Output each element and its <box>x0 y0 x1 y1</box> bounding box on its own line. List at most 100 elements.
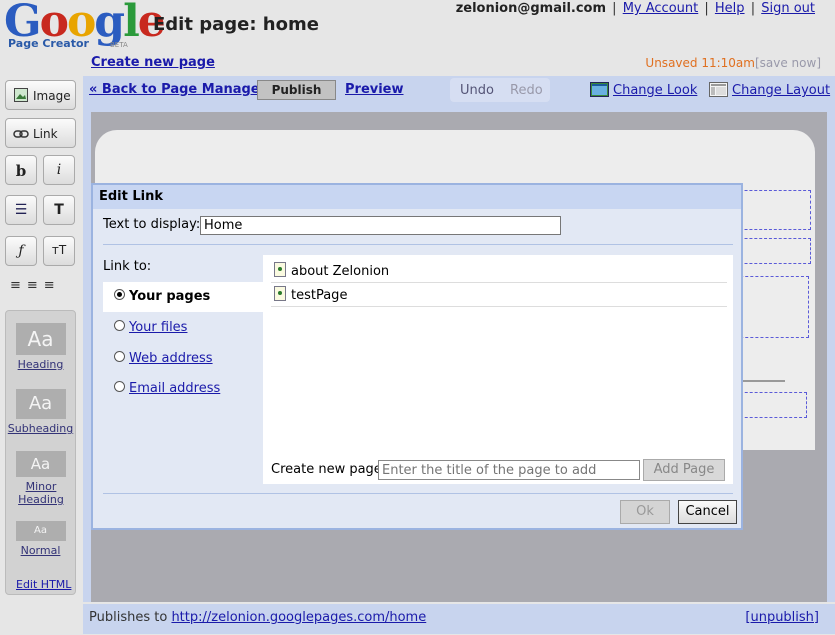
unpublish-link[interactable]: [unpublish] <box>745 610 819 625</box>
radio-your-files[interactable]: Your files <box>103 313 263 343</box>
radio-button[interactable] <box>114 351 125 362</box>
dialog-title: Edit Link <box>93 185 741 209</box>
logo-beta: BETA <box>110 41 128 49</box>
bold-icon: b <box>15 162 27 180</box>
user-links: zelonion@gmail.com | My Account | Help |… <box>456 1 815 16</box>
new-page-title-input[interactable] <box>378 460 640 480</box>
style-minor-heading[interactable]: Aa Minor Heading <box>6 451 75 506</box>
create-new-page-label: Create new page: <box>271 462 387 477</box>
radio-button[interactable] <box>114 320 125 331</box>
style-normal[interactable]: Aa Normal <box>6 521 75 557</box>
style-minor-heading-label: Minor Heading <box>18 480 64 506</box>
logo-subtitle: Page Creator <box>8 37 89 50</box>
bullet-list-button[interactable]: ☰ <box>5 195 37 225</box>
page-title: Edit page: home <box>153 14 319 35</box>
my-account-link[interactable]: My Account <box>623 1 699 16</box>
style-heading-label: Heading <box>17 358 64 371</box>
separator: | <box>612 1 617 16</box>
font-size-button[interactable]: тT <box>43 236 75 266</box>
style-heading-sample: Aa <box>15 323 66 355</box>
change-layout-label[interactable]: Change Layout <box>732 83 830 98</box>
back-to-page-manager-link[interactable]: « Back to Page Manager <box>89 82 266 97</box>
insert-link-label: Link <box>33 127 58 141</box>
sign-out-link[interactable]: Sign out <box>761 1 815 16</box>
italic-button[interactable]: i <box>43 155 75 185</box>
undo-redo-group: Undo Redo <box>450 78 550 102</box>
bullet-list-icon: ☰ <box>14 202 28 218</box>
style-normal-sample: Aa <box>15 521 66 541</box>
divider <box>103 244 733 245</box>
image-icon <box>14 88 28 105</box>
radio-your-pages[interactable]: Your pages <box>103 282 263 312</box>
radio-your-pages-label: Your pages <box>129 289 211 304</box>
published-url-link[interactable]: http://zelonion.googlepages.com/home <box>171 610 426 625</box>
publish-footer: Publishes to http://zelonion.googlepages… <box>83 604 835 634</box>
formatting-sidebar: Image Link b i ☰ T ƒ тT ≡≡≡ Aa Heading A… <box>0 76 80 601</box>
text-to-display-label: Text to display: <box>103 217 201 232</box>
insert-image-label: Image <box>33 89 71 103</box>
google-page-creator-logo: Google Page Creator BETA <box>4 0 166 52</box>
text-style-panel: Aa Heading Aa Subheading Aa Minor Headin… <box>5 310 76 595</box>
editor-toolbar: « Back to Page Manager Publish Preview U… <box>83 76 835 104</box>
align-icons[interactable]: ≡≡≡ <box>10 278 61 293</box>
ok-button[interactable]: Ok <box>620 500 670 524</box>
preview-link[interactable]: Preview <box>345 82 404 97</box>
divider <box>103 493 733 494</box>
undo-button[interactable]: Undo <box>460 83 494 98</box>
publishes-to: Publishes to http://zelonion.googlepages… <box>89 610 426 625</box>
radio-button[interactable] <box>114 381 125 392</box>
style-minor-heading-sample: Aa <box>15 451 66 477</box>
add-page-button[interactable]: Add Page <box>643 459 725 481</box>
edit-html-link[interactable]: Edit HTML <box>16 578 71 591</box>
style-heading[interactable]: Aa Heading <box>6 323 75 371</box>
style-subheading-label: Subheading <box>7 422 74 435</box>
publishes-to-label: Publishes to <box>89 610 168 625</box>
separator: | <box>750 1 756 16</box>
page-name: testPage <box>291 288 348 303</box>
change-layout-icon <box>709 82 728 97</box>
text-to-display-input[interactable] <box>200 216 561 235</box>
font-family-icon: ƒ <box>18 243 24 259</box>
edit-link-dialog: Edit Link Text to display: Link to: Your… <box>91 183 743 530</box>
change-layout-button[interactable]: Change Layout <box>709 82 830 98</box>
help-link[interactable]: Help <box>715 1 745 16</box>
radio-button[interactable] <box>114 289 125 300</box>
redo-button[interactable]: Redo <box>510 83 543 98</box>
page-icon <box>274 286 286 301</box>
bold-button[interactable]: b <box>5 155 37 185</box>
text-color-icon: T <box>54 202 64 218</box>
link-icon <box>13 128 29 142</box>
alignment-buttons[interactable]: ≡≡≡ <box>10 278 74 293</box>
change-look-label[interactable]: Change Look <box>613 83 697 98</box>
save-now-link[interactable]: [save now] <box>755 56 821 70</box>
page-name: about Zelonion <box>291 264 390 279</box>
radio-your-files-label[interactable]: Your files <box>129 320 187 335</box>
publish-button[interactable]: Publish <box>257 80 336 100</box>
style-normal-label: Normal <box>20 544 61 557</box>
page-icon <box>274 262 286 277</box>
pages-list-panel: about Zelonion testPage Create new page:… <box>263 255 733 484</box>
page-list-item[interactable]: about Zelonion <box>271 259 727 283</box>
change-look-button[interactable]: Change Look <box>590 82 697 98</box>
font-size-icon: тT <box>51 243 67 257</box>
insert-link-button[interactable]: Link <box>5 118 76 148</box>
create-new-page-link[interactable]: Create new page <box>91 55 215 70</box>
page-list-item[interactable]: testPage <box>271 283 727 307</box>
radio-web-address-label[interactable]: Web address <box>129 351 213 366</box>
unsaved-timestamp: Unsaved 11:10am <box>645 56 755 70</box>
style-subheading-sample: Aa <box>15 389 66 419</box>
insert-image-button[interactable]: Image <box>5 80 76 110</box>
link-to-label: Link to: <box>103 259 152 274</box>
separator: | <box>704 1 709 16</box>
radio-email-address[interactable]: Email address <box>103 374 263 404</box>
italic-icon: i <box>56 162 62 178</box>
style-subheading[interactable]: Aa Subheading <box>6 389 75 435</box>
font-family-button[interactable]: ƒ <box>5 236 37 266</box>
cancel-button[interactable]: Cancel <box>678 500 737 524</box>
text-color-button[interactable]: T <box>43 195 75 225</box>
radio-email-address-label[interactable]: Email address <box>129 381 220 396</box>
save-status: Unsaved 11:10am[save now] <box>645 56 821 70</box>
user-email: zelonion@gmail.com <box>455 1 607 16</box>
radio-web-address[interactable]: Web address <box>103 344 263 374</box>
change-look-icon <box>590 82 609 97</box>
